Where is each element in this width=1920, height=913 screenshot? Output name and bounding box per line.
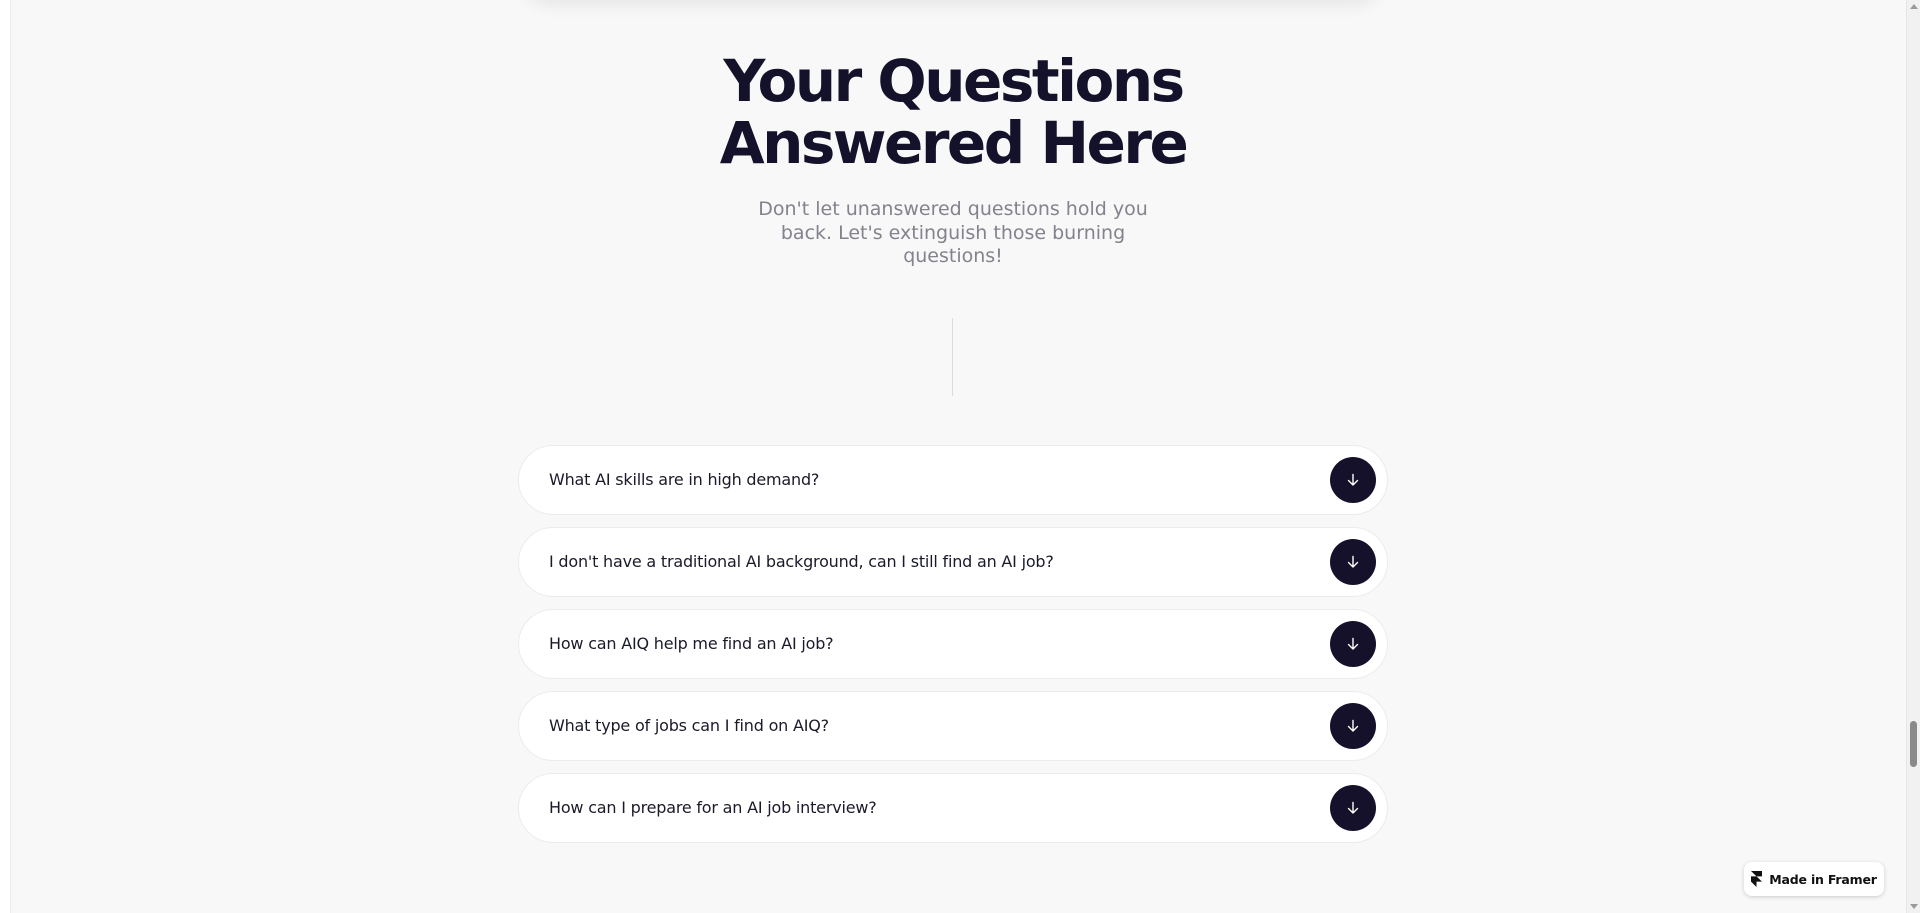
- arrow-down-icon: [1347, 473, 1359, 486]
- scrollbar-thumb[interactable]: [1910, 721, 1917, 767]
- title-line-1: Your Questions: [723, 47, 1185, 115]
- faq-item-interview-prep[interactable]: How can I prepare for an AI job intervie…: [518, 773, 1388, 843]
- page-subtitle: Don't let unanswered questions hold you …: [758, 198, 1148, 267]
- made-in-framer-badge[interactable]: Made in Framer: [1744, 862, 1884, 896]
- faq-expand-button[interactable]: [1330, 539, 1376, 585]
- faq-question: What type of jobs can I find on AIQ?: [549, 716, 829, 735]
- arrow-down-icon: [1347, 555, 1359, 568]
- badge-label: Made in Framer: [1769, 871, 1877, 887]
- faq-list: What AI skills are in high demand? I don…: [518, 445, 1388, 855]
- scroll-down-arrow-icon[interactable]: [1910, 904, 1918, 909]
- faq-expand-button[interactable]: [1330, 785, 1376, 831]
- scroll-up-arrow-icon[interactable]: [1910, 4, 1918, 9]
- vertical-divider: [952, 318, 953, 396]
- faq-item-ai-background[interactable]: I don't have a traditional AI background…: [518, 527, 1388, 597]
- faq-item-ai-skills[interactable]: What AI skills are in high demand?: [518, 445, 1388, 515]
- faq-expand-button[interactable]: [1330, 621, 1376, 667]
- faq-question: How can AIQ help me find an AI job?: [549, 634, 834, 653]
- faq-item-job-types[interactable]: What type of jobs can I find on AIQ?: [518, 691, 1388, 761]
- faq-question: What AI skills are in high demand?: [549, 470, 820, 489]
- framer-logo-icon: [1751, 871, 1763, 887]
- page-viewport: Your Questions Answered Here Don't let u…: [0, 0, 1906, 913]
- title-line-2: Answered Here: [719, 109, 1189, 177]
- faq-item-aiq-help[interactable]: How can AIQ help me find an AI job?: [518, 609, 1388, 679]
- page-title: Your Questions Answered Here: [0, 50, 1906, 174]
- vertical-scrollbar[interactable]: [1906, 0, 1920, 913]
- faq-question: How can I prepare for an AI job intervie…: [549, 798, 877, 817]
- arrow-down-icon: [1347, 719, 1359, 732]
- faq-expand-button[interactable]: [1330, 703, 1376, 749]
- arrow-down-icon: [1347, 801, 1359, 814]
- arrow-down-icon: [1347, 637, 1359, 650]
- faq-question: I don't have a traditional AI background…: [549, 552, 1054, 571]
- faq-expand-button[interactable]: [1330, 457, 1376, 503]
